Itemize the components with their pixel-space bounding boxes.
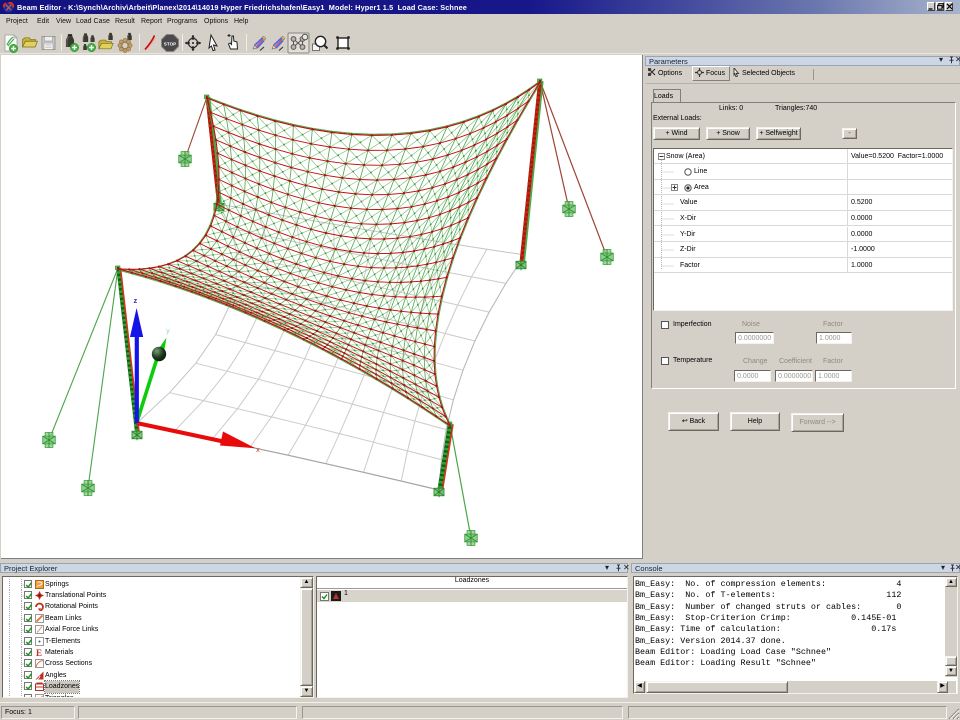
svg-text:x: x [256, 445, 260, 454]
svg-text:E: E [36, 648, 42, 657]
svg-text:z: z [134, 296, 138, 305]
svg-text:STOP: STOP [164, 41, 176, 46]
svg-text:y: y [166, 326, 170, 335]
